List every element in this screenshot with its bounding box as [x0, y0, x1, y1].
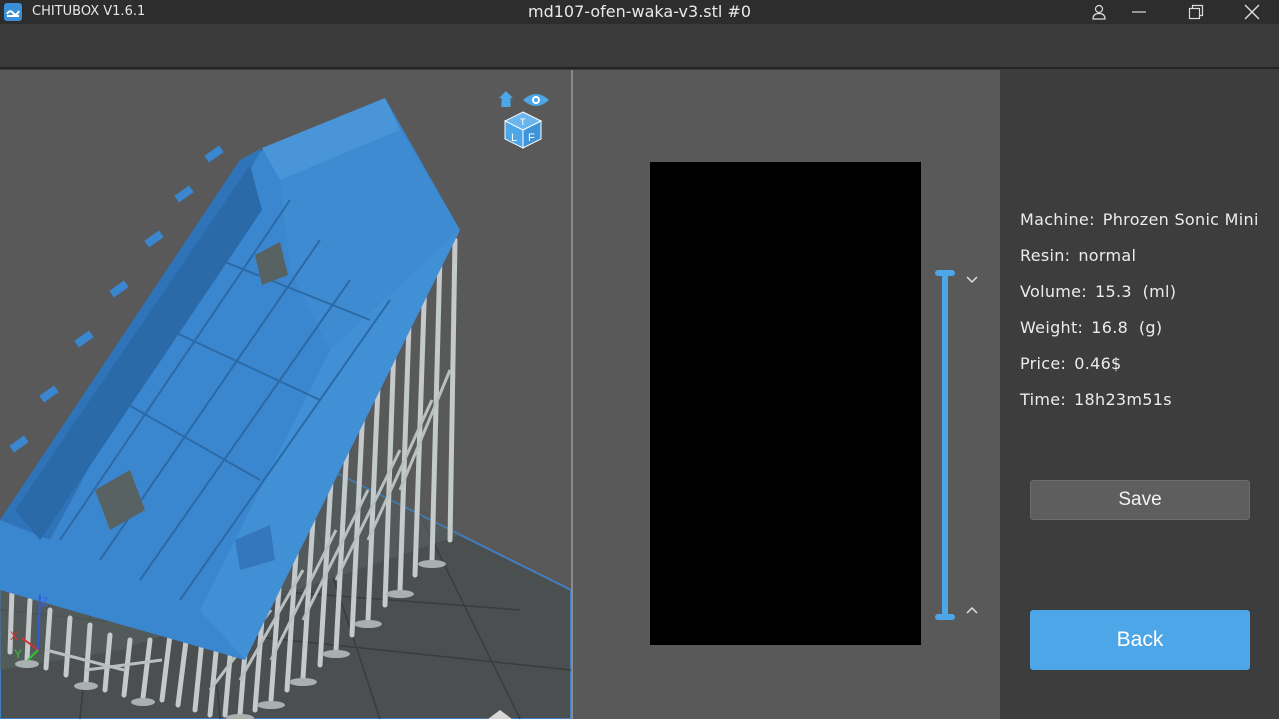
info-resin: Resin: normal	[1020, 246, 1259, 282]
title-bar: CHITUBOX V1.6.1 md107-ofen-waka-v3.stl #…	[0, 0, 1279, 24]
save-button[interactable]: Save	[1030, 480, 1250, 520]
minimize-icon	[1132, 11, 1146, 13]
info-volume-value: 15.3 (ml)	[1095, 282, 1177, 301]
layer-slider[interactable]	[935, 270, 955, 620]
axis-x-label: X	[10, 629, 18, 643]
account-button[interactable]	[1079, 0, 1119, 24]
app-name: CHITUBOX V1.6.1	[32, 4, 146, 19]
minimize-button[interactable]	[1119, 0, 1159, 24]
chevron-down-icon[interactable]	[964, 274, 980, 286]
eye-icon[interactable]	[522, 92, 550, 108]
info-price-value: 0.46$	[1074, 354, 1122, 373]
info-machine-value: Phrozen Sonic Mini	[1102, 210, 1259, 229]
back-button[interactable]: Back	[1030, 610, 1250, 670]
axis-z-label: Z	[41, 595, 48, 609]
info-time-label: Time:	[1020, 390, 1067, 409]
view-cube-left-label: L	[511, 132, 517, 144]
layer-slider-top-handle[interactable]	[935, 270, 955, 276]
layer-slider-bottom-handle[interactable]	[935, 614, 955, 620]
restore-icon	[1188, 4, 1204, 20]
slice-info-panel: Machine: Phrozen Sonic Mini Resin: normal …	[1000, 70, 1279, 719]
layer-preview-pane	[573, 70, 1000, 719]
view-cube[interactable]: T L F	[503, 110, 543, 150]
info-price: Price: 0.46$	[1020, 354, 1259, 390]
axis-y-label: Y	[14, 647, 22, 661]
chitubox-logo-icon	[4, 3, 22, 21]
toolbar	[0, 24, 1279, 69]
info-volume: Volume: 15.3 (ml)	[1020, 282, 1259, 318]
view-cube-front-label: F	[528, 132, 535, 144]
info-weight: Weight: 16.8 (g)	[1020, 318, 1259, 354]
close-icon	[1244, 4, 1260, 20]
info-volume-label: Volume:	[1020, 282, 1087, 301]
info-machine: Machine: Phrozen Sonic Mini	[1020, 210, 1259, 246]
chevron-up-icon[interactable]	[964, 604, 980, 616]
model-scene[interactable]: Z X Y	[0, 70, 571, 719]
info-weight-value: 16.8 (g)	[1091, 318, 1163, 337]
layer-preview-image	[650, 162, 921, 645]
restore-button[interactable]	[1176, 0, 1216, 24]
3d-viewport[interactable]: Z X Y T L F	[0, 70, 571, 719]
info-price-label: Price:	[1020, 354, 1067, 373]
close-button[interactable]	[1232, 0, 1272, 24]
view-cube-top-label: T	[520, 117, 526, 127]
layer-slider-track[interactable]	[942, 274, 948, 616]
slice-info-list: Machine: Phrozen Sonic Mini Resin: normal …	[1020, 210, 1259, 426]
info-weight-label: Weight:	[1020, 318, 1084, 337]
home-icon[interactable]	[498, 90, 514, 108]
info-time-value: 18h23m51s	[1074, 390, 1172, 409]
info-resin-value: normal	[1078, 246, 1137, 265]
info-resin-label: Resin:	[1020, 246, 1071, 265]
info-machine-label: Machine:	[1020, 210, 1095, 229]
info-time: Time: 18h23m51s	[1020, 390, 1259, 426]
user-icon	[1092, 4, 1106, 20]
